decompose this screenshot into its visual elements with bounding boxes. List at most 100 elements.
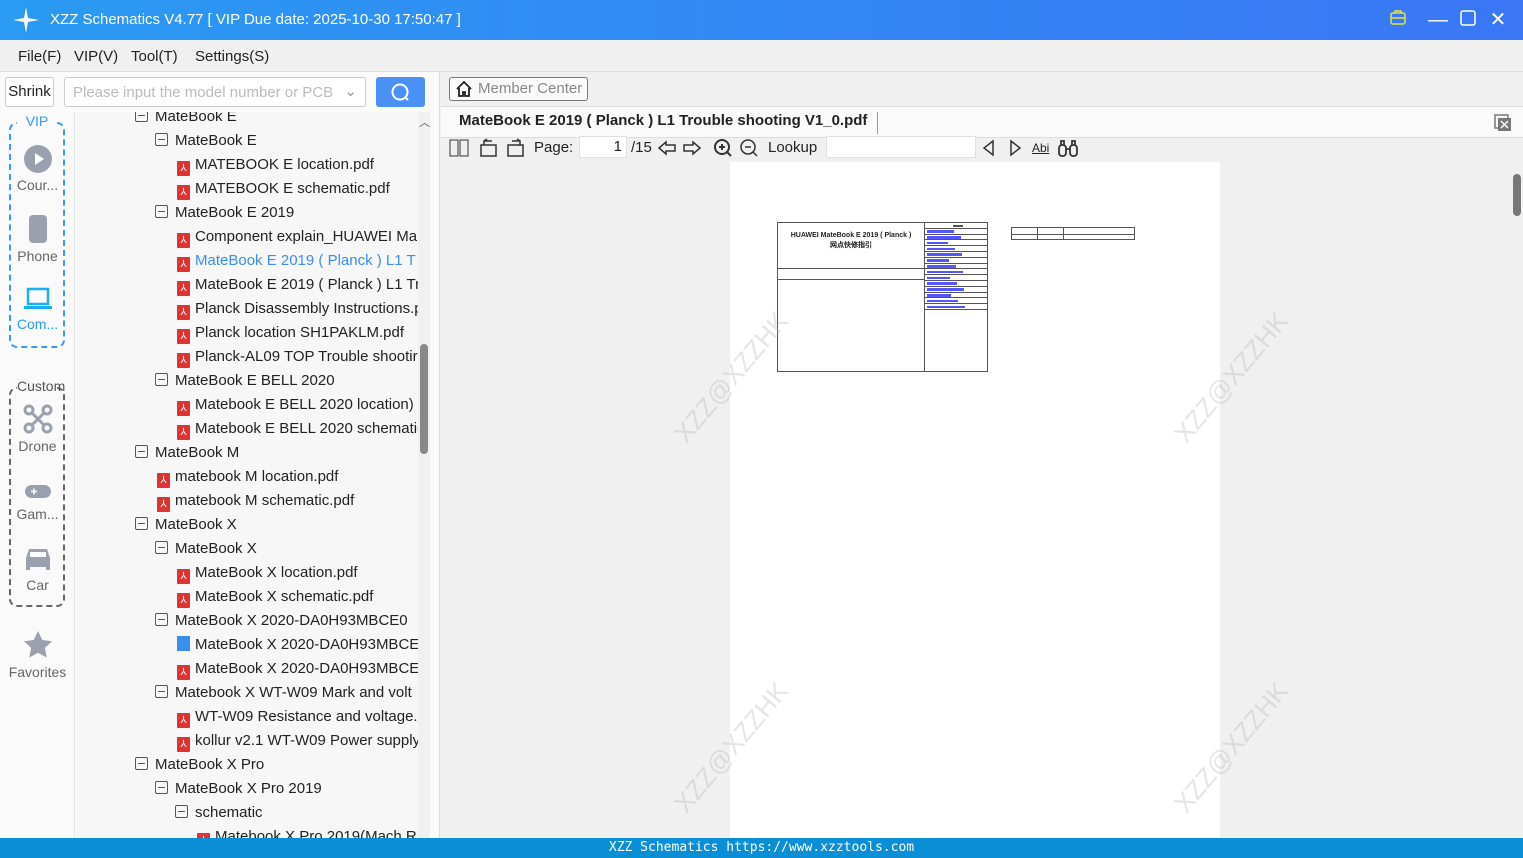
tree-item[interactable]: MateBook X Pro	[135, 753, 264, 777]
nav-computer[interactable]: Com...	[0, 286, 75, 332]
chevron-down-icon[interactable]: ⌄	[344, 82, 357, 100]
document-tab[interactable]: MateBook E 2019 ( Planck ) L1 Trouble sh…	[459, 112, 879, 134]
find-next-icon[interactable]	[1007, 138, 1023, 158]
tree-item[interactable]: ⅄ Component explain_HUAWEI Ma	[177, 225, 417, 249]
tree-item[interactable]: MateBook E	[155, 129, 257, 153]
collapse-icon[interactable]	[155, 781, 168, 794]
tree-item-label: MateBook M	[155, 444, 240, 461]
member-center-label: Member Center	[478, 80, 583, 97]
nav-game[interactable]: Gam...	[0, 482, 75, 522]
collapse-icon[interactable]	[155, 541, 168, 554]
pdf-file-icon: ⅄	[177, 713, 190, 728]
collapse-icon[interactable]	[155, 373, 168, 386]
collapse-icon[interactable]	[155, 685, 168, 698]
tree-item[interactable]: ⅄ Matebook E BELL 2020 schematic	[177, 417, 418, 441]
tree-scrollbar[interactable]: ︿	[418, 112, 430, 838]
tree-item[interactable]: Matebook X WT-W09 Mark and volt	[155, 681, 412, 705]
page-input[interactable]: 1	[579, 136, 627, 158]
menu-settings[interactable]: Settings(S)	[195, 48, 269, 65]
briefcase-icon[interactable]	[1386, 8, 1410, 32]
collapse-icon[interactable]	[175, 805, 188, 818]
nav-drone[interactable]: Drone	[0, 404, 75, 454]
collapse-icon[interactable]	[155, 205, 168, 218]
menu-tool[interactable]: Tool(T)	[131, 48, 178, 65]
pdf-file-icon: ⅄	[177, 737, 190, 752]
tree-item[interactable]: MateBook M	[135, 441, 239, 465]
tree-item[interactable]: ⅄ MateBook X location.pdf	[177, 561, 358, 585]
tree-item[interactable]: ⅄ MateBook E 2019 ( Planck ) L1 T	[177, 249, 416, 273]
tree-item[interactable]: ⅄ MATEBOOK E schematic.pdf	[177, 177, 390, 201]
zoom-in-icon[interactable]	[713, 138, 733, 158]
tree-item[interactable]: ⅄ Planck location SH1PAKLM.pdf	[177, 321, 404, 345]
collapse-icon[interactable]	[155, 133, 168, 146]
status-bar: XZZ Schematics https://www.xzztools.com	[0, 838, 1523, 858]
find-previous-icon[interactable]	[981, 138, 997, 158]
binoculars-icon[interactable]	[1058, 138, 1078, 158]
pdf-file-icon: ⅄	[177, 569, 190, 584]
menu-file[interactable]: File(F)	[18, 48, 61, 65]
tree-item[interactable]: ⅄ MateBook E 2019 ( Planck ) L1 Tr	[177, 273, 418, 297]
nav-label: Favorites	[8, 664, 67, 680]
collapse-icon[interactable]	[135, 445, 148, 458]
tree-item-label: MateBook E	[175, 132, 257, 149]
tree-item[interactable]: MateBook E	[135, 112, 237, 129]
tree-item[interactable]: ⅄ matebook M schematic.pdf	[157, 489, 354, 513]
tree-item[interactable]: ⅄ MateBook X schematic.pdf	[177, 585, 373, 609]
nav-phone[interactable]: Phone	[0, 214, 75, 264]
tree-item[interactable]: MateBook X Pro 2019	[155, 777, 322, 801]
tree-item-label: MateBook X Pro 2019	[175, 780, 322, 797]
minimize-button[interactable]: —	[1426, 8, 1450, 32]
tree-item[interactable]: MateBook X	[155, 537, 257, 561]
tree-item[interactable]: ⅄Matebook X Pro 2019(Mach R	[197, 825, 417, 838]
pdf-file-icon: ⅄	[177, 161, 190, 176]
pdf-viewer[interactable]: HUAWEI MateBook E 2019 ( Planck ) 网点快修指引 …	[441, 162, 1523, 838]
tree-item-label: MateBook X schematic.pdf	[195, 588, 374, 605]
previous-page-icon[interactable]	[657, 138, 677, 158]
lookup-input[interactable]	[826, 136, 976, 158]
tree-item[interactable]: MateBook X 2020-DA0H93MBCE0	[155, 609, 408, 633]
tree-item[interactable]: ⅄ Planck-AL09 TOP Trouble shootir	[177, 345, 418, 369]
match-case-button[interactable]: Abi	[1032, 138, 1049, 158]
tree-item[interactable]: ⅄ matebook M location.pdf	[157, 465, 338, 489]
close-button[interactable]: ✕	[1486, 8, 1510, 32]
tree-item-label: schematic	[195, 804, 263, 821]
collapse-icon[interactable]	[135, 517, 148, 530]
zoom-out-icon[interactable]	[739, 138, 759, 158]
model-search-input[interactable]: Please input the model number or PCB ⌄	[64, 77, 366, 107]
tree-item[interactable]: ⅄ MATEBOOK E location.pdf	[177, 153, 374, 177]
menu-vip[interactable]: VIP(V)	[74, 48, 118, 65]
nav-favorites[interactable]: Favorites	[0, 630, 75, 680]
close-tabs-icon[interactable]	[1493, 113, 1513, 133]
tree-item[interactable]: ⅄ WT-W09 Resistance and voltage.p	[177, 705, 418, 729]
tree-item[interactable]: ⅄ Matebook E BELL 2020 location)	[177, 393, 414, 417]
tree-item[interactable]: ⅄ MateBook X 2020-DA0H93MBCE(	[177, 657, 418, 681]
left-pane: Shrink Please input the model number or …	[0, 72, 440, 838]
tree-item[interactable]: MateBook X 2020-DA0H93MBCE(	[177, 633, 418, 657]
search-button[interactable]	[376, 77, 425, 107]
tree-item[interactable]: ⅄ kollur v2.1 WT-W09 Power supply	[177, 729, 418, 753]
viewer-scroll-thumb[interactable]	[1513, 174, 1521, 216]
tree-item-label: MateBook X 2020-DA0H93MBCE(	[195, 660, 418, 677]
tree-item[interactable]: MateBook E 2019	[155, 201, 294, 225]
nav-courses[interactable]: Cour...	[0, 145, 75, 193]
nav-car[interactable]: Car	[0, 545, 75, 593]
collapse-icon[interactable]	[135, 112, 148, 122]
next-page-icon[interactable]	[682, 138, 702, 158]
shrink-button[interactable]: Shrink	[5, 77, 54, 107]
two-page-icon[interactable]	[449, 138, 469, 158]
tree-item-label: MateBook X 2020-DA0H93MBCE(	[195, 636, 418, 653]
tree-item[interactable]: MateBook X	[135, 513, 237, 537]
tree-item[interactable]: schematic	[175, 801, 263, 825]
scroll-up-icon[interactable]: ︿	[419, 114, 430, 130]
rotate-left-icon[interactable]	[479, 138, 499, 158]
collapse-icon[interactable]	[155, 613, 168, 626]
member-center-button[interactable]: Member Center	[449, 77, 588, 101]
tree-item-label: Matebook X Pro 2019(Mach R	[215, 828, 417, 838]
collapse-icon[interactable]	[135, 757, 148, 770]
tree-scroll-thumb[interactable]	[420, 344, 428, 454]
tree-item[interactable]: ⅄ Planck Disassembly Instructions.p	[177, 297, 418, 321]
viewer-scrollbar[interactable]	[1511, 162, 1523, 838]
tree-item[interactable]: MateBook E BELL 2020	[155, 369, 335, 393]
rotate-right-icon[interactable]	[505, 138, 525, 158]
maximize-button[interactable]	[1456, 8, 1480, 32]
